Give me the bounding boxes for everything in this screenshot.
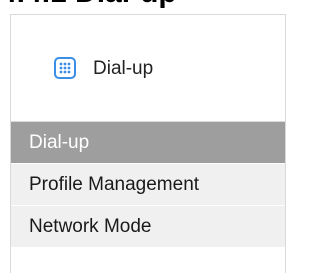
side-menu: Dial-up Profile Management Network Mode	[11, 122, 285, 248]
grid-icon	[54, 57, 76, 79]
menu-item-profile-management[interactable]: Profile Management	[11, 164, 285, 206]
page: 4.4.1 Dial-up Dial-up Dial-up Profile Ma…	[0, 0, 307, 273]
section-heading: 4.4.1 Dial-up	[0, 0, 307, 10]
panel-title: Dial-up	[93, 58, 154, 79]
menu-item-dial-up[interactable]: Dial-up	[11, 122, 285, 164]
menu-item-network-mode[interactable]: Network Mode	[11, 206, 285, 248]
dialup-panel: Dial-up Dial-up Profile Management Netwo…	[10, 14, 286, 273]
panel-header: Dial-up	[11, 15, 285, 122]
